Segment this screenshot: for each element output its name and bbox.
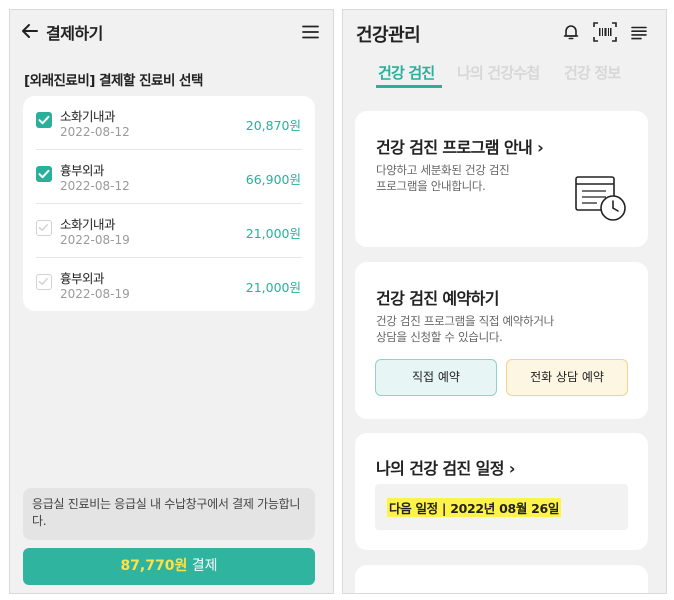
- department-name: 흉부외과: [60, 271, 105, 286]
- header: 결제하기: [10, 10, 333, 54]
- card-title: 건강 검진 예약하기: [376, 289, 500, 308]
- pay-button-label: 결제: [191, 558, 218, 574]
- direct-reservation-button[interactable]: 직접 예약: [375, 359, 497, 396]
- card-desc-line: 건강 검진 프로그램을 직접 예약하거나: [376, 314, 554, 328]
- visit-date: 2022-08-19: [60, 233, 130, 247]
- reservation-card: 건강 검진 예약하기 건강 검진 프로그램을 직접 예약하거나 상담을 신청할 …: [355, 262, 648, 419]
- next-schedule-text: 다음 일정 | 2022년 08월 26일: [387, 498, 562, 517]
- list-menu-icon[interactable]: [631, 25, 647, 40]
- my-schedule-card[interactable]: 나의 건강 검진 일정 › 다음 일정 | 2022년 08월 26일: [355, 433, 648, 550]
- tab-health-checkup[interactable]: 건강 검진: [378, 62, 435, 83]
- tab-health-info[interactable]: 건강 정보: [564, 62, 621, 83]
- notice-box: 응급실 진료비는 응급실 내 수납창구에서 결제 가능합니다.: [23, 488, 315, 540]
- barcode-scan-icon[interactable]: [593, 22, 617, 42]
- checkbox-unchecked[interactable]: [36, 220, 52, 236]
- schedule-clock-icon: [575, 176, 627, 222]
- health-management-screen: 건강관리 건강 검진 나의 건강수첩 건강 정보 건강 검진 프로그램 안내 ›…: [342, 9, 667, 594]
- visit-date: 2022-08-19: [60, 287, 130, 301]
- card-desc-line: 상담을 신청할 수 있습니다.: [376, 330, 503, 344]
- bill-amount: 66,900원: [245, 172, 301, 187]
- tab-my-health-notebook[interactable]: 나의 건강수첩: [457, 62, 540, 83]
- bill-item[interactable]: 소화기내과 2022-08-19 21,000원: [23, 204, 315, 258]
- notice-text: 응급실 진료비는 응급실 내 수납창구에서 결제 가능합니다.: [32, 497, 301, 528]
- bill-item[interactable]: 소화기내과 2022-08-12 20,870원: [23, 96, 315, 150]
- program-guide-card[interactable]: 건강 검진 프로그램 안내 › 다양하고 세분화된 건강 검진 프로그램을 안내…: [355, 111, 648, 247]
- bill-item[interactable]: 흉부외과 2022-08-12 66,900원: [23, 150, 315, 204]
- pay-total-amount: 87,770원: [120, 558, 188, 574]
- next-schedule-box: 다음 일정 | 2022년 08월 26일: [375, 484, 628, 530]
- payment-screen: 결제하기 [외래진료비] 결제할 진료비 선택 소화기내과 2022-08-12…: [9, 9, 334, 594]
- card-title: 나의 건강 검진 일정 ›: [376, 459, 515, 478]
- page-title: 결제하기: [46, 24, 103, 43]
- bill-item[interactable]: 흉부외과 2022-08-19 21,000원: [23, 258, 315, 312]
- checkbox-checked[interactable]: [36, 112, 52, 128]
- checkbox-unchecked[interactable]: [36, 274, 52, 290]
- card-title: 건강 검진 프로그램 안내 ›: [376, 138, 544, 157]
- bell-icon[interactable]: [562, 23, 580, 41]
- active-tab-indicator: [376, 85, 442, 88]
- department-name: 흉부외과: [60, 163, 105, 178]
- section-title: [외래진료비] 결제할 진료비 선택: [24, 73, 203, 89]
- department-name: 소화기내과: [60, 109, 116, 124]
- card-desc-line: 다양하고 세분화된 건강 검진: [376, 163, 510, 177]
- arrow-left-icon[interactable]: [20, 21, 40, 41]
- pay-button[interactable]: 87,770원 결제: [23, 548, 315, 585]
- visit-date: 2022-08-12: [60, 179, 130, 193]
- bill-amount: 20,870원: [245, 118, 301, 133]
- phone-consult-reservation-button[interactable]: 전화 상담 예약: [506, 359, 628, 396]
- bill-amount: 21,000원: [245, 280, 301, 295]
- department-name: 소화기내과: [60, 217, 116, 232]
- hamburger-menu-icon[interactable]: [302, 24, 319, 39]
- next-card-partial: [355, 565, 648, 593]
- card-desc-line: 프로그램을 안내합니다.: [376, 179, 486, 193]
- bill-list: 소화기내과 2022-08-12 20,870원 흉부외과 2022-08-12…: [23, 96, 315, 311]
- page-title: 건강관리: [356, 25, 421, 46]
- visit-date: 2022-08-12: [60, 125, 130, 139]
- checkbox-checked[interactable]: [36, 166, 52, 182]
- bill-amount: 21,000원: [245, 226, 301, 241]
